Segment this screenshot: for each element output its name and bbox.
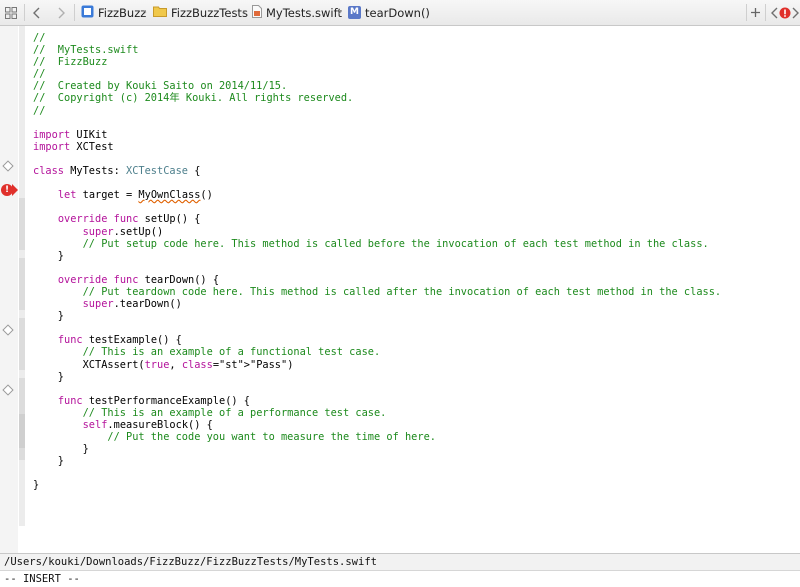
breadcrumb-label: FizzBuzzTests <box>171 5 248 20</box>
code-line: // This is an example of a performance t… <box>82 406 387 419</box>
code-line: } <box>33 455 64 468</box>
chevron-right-icon: › <box>242 7 246 18</box>
code-line: import UIKit <box>33 128 108 141</box>
code-line: } <box>33 249 64 262</box>
breadcrumb-file[interactable]: MyTests.swift <box>252 0 342 25</box>
error-marker-tail <box>12 184 18 196</box>
code-line-error: let target = MyOwnClass() <box>57 189 213 202</box>
code-line: } <box>33 479 40 492</box>
issue-navigator-forward-icon[interactable] <box>792 0 800 25</box>
code-line: } <box>33 443 89 456</box>
code-line: } <box>33 310 64 323</box>
code-line: // Put setup code here. This method is c… <box>82 237 709 250</box>
code-line: XCTAssert(true, class="st">"Pass") <box>33 358 294 371</box>
code-folding-ribbon[interactable] <box>19 26 25 553</box>
code-line: } <box>33 370 64 383</box>
code-line: super.tearDown() <box>82 298 182 311</box>
jump-bar: FizzBuzz › FizzBuzzTests › MyTests.swift… <box>0 0 800 26</box>
code-line: class MyTests: XCTestCase { <box>33 165 201 178</box>
gutter <box>0 26 18 553</box>
code-line: override func setUp() { <box>57 213 201 226</box>
breadcrumb-method[interactable]: M tearDown() <box>348 0 430 25</box>
code-line: // <box>33 32 46 44</box>
add-editor-icon[interactable] <box>750 0 761 25</box>
chevron-right-icon: › <box>143 7 147 18</box>
code-line: override func tearDown() { <box>57 273 220 286</box>
forward-arrow-icon[interactable] <box>58 0 66 25</box>
code-line: func testExample() { <box>57 334 182 347</box>
back-arrow-icon[interactable] <box>32 0 40 25</box>
breadcrumb-label: FizzBuzz <box>98 5 147 20</box>
project-icon <box>81 5 94 21</box>
code-line: import XCTest <box>33 140 114 153</box>
code-line: // This is an example of a functional te… <box>82 346 381 359</box>
source-editor[interactable]: ! // // MyTests.swift // FizzBuzz // // … <box>0 26 800 553</box>
code-line: self.measureBlock() { <box>82 419 213 431</box>
chevron-right-icon: › <box>338 7 342 18</box>
breadcrumb-label: MyTests.swift <box>266 5 342 20</box>
swift-file-icon <box>252 4 262 21</box>
code-line: // FizzBuzz <box>33 56 108 69</box>
issue-warning-icon[interactable] <box>779 0 791 25</box>
related-items-icon[interactable] <box>5 0 17 25</box>
method-icon: M <box>348 6 361 19</box>
code-line: super.setUp() <box>82 225 164 238</box>
code-line: // Copyright (c) 2014年 Kouki. All rights… <box>33 92 354 105</box>
code-line: func testPerformanceExample() { <box>57 394 251 407</box>
breadcrumb-project[interactable]: FizzBuzz <box>81 0 146 25</box>
vim-mode-indicator: -- INSERT -- <box>0 570 800 587</box>
file-path-bar: /Users/kouki/Downloads/FizzBuzz/FizzBuzz… <box>0 553 800 570</box>
folder-icon <box>153 5 167 20</box>
code-line: // Put teardown code here. This method i… <box>82 285 722 298</box>
code-line: // MyTests.swift <box>33 44 139 57</box>
code-line: // <box>33 104 46 117</box>
code-text[interactable]: // // MyTests.swift // FizzBuzz // // Cr… <box>33 32 721 492</box>
code-line: // <box>33 68 46 81</box>
breadcrumb-folder[interactable]: FizzBuzzTests <box>153 0 248 25</box>
code-line: // Created by Kouki Saito on 2014/11/15. <box>33 80 288 93</box>
code-line: // Put the code you want to measure the … <box>107 431 436 444</box>
breadcrumb-label: tearDown() <box>365 5 430 20</box>
issue-navigator-back-icon[interactable] <box>770 0 778 25</box>
